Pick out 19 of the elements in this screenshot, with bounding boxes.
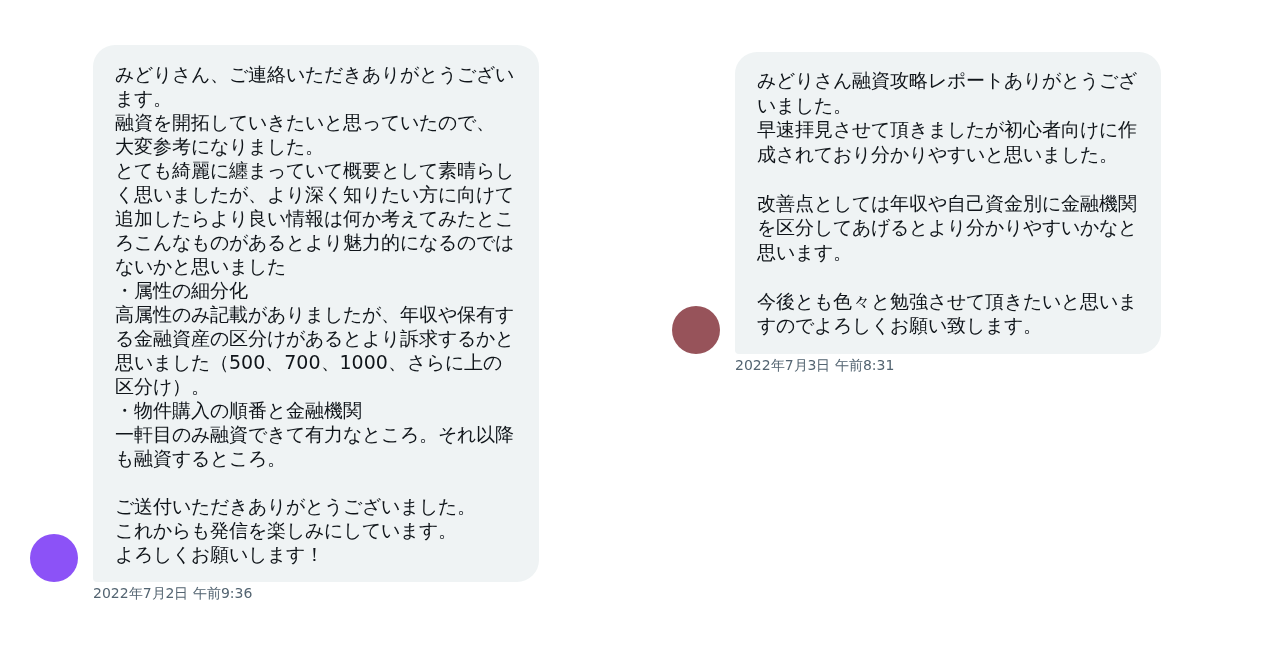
message-text: 一軒目のみ融資できて有力なところ。それ以降も融資するところ。 — [115, 422, 515, 470]
message-text: 今後とも色々と勉強させて頂きたいと思いますのでよろしくお願い致します。 — [757, 288, 1138, 338]
message-text: ・物件購入の順番と金融機関 — [115, 398, 363, 422]
message-text: 高属性のみ記載がありましたが、年収や保有する金融資産の区分けがあるとより訴求するかと思いました（500、700、1000、さらに上の区分け）。 — [115, 302, 515, 398]
avatar[interactable] — [30, 534, 78, 582]
message-text: これからも発信を楽しみにしています。 — [115, 518, 458, 542]
message-text: 融資を開拓していきたいと思っていたので、 — [115, 110, 496, 134]
message-time: 2022年7月2日 午前9:36 — [93, 585, 254, 603]
message-text: 改善点としては年収や自己資金別に金融機関を区分してあげるとより分かりやすいかなと思います。 — [757, 190, 1138, 264]
message-text: みどりさん融資攻略レポートありがとうございました。 — [757, 68, 1138, 117]
message-text: 大変参考になりました。 — [115, 134, 325, 158]
message-text: よろしくお願いします！ — [115, 542, 325, 566]
avatar[interactable] — [672, 305, 720, 354]
message-text: とても綺麗に纏まっていて概要として素晴らしく思いましたが、より深く知りたい方に向けて追加したらより良い情報は何か考えてみたところこんなものがあるとより魅力的になるのではないかと思いました — [115, 158, 515, 278]
message-text: ・属性の細分化 — [115, 278, 249, 302]
message-time: 2022年7月3日 午前8:31 — [735, 356, 896, 375]
message-text: ご送付いただきありがとうございました。 — [115, 494, 477, 518]
message-text: 早速拝見させて頂きましたが初心者向けに作成されており分かりやすいと思いました。 — [757, 117, 1138, 166]
message-text: みどりさん、ご連絡いただきありがとうございます。 — [115, 62, 515, 110]
